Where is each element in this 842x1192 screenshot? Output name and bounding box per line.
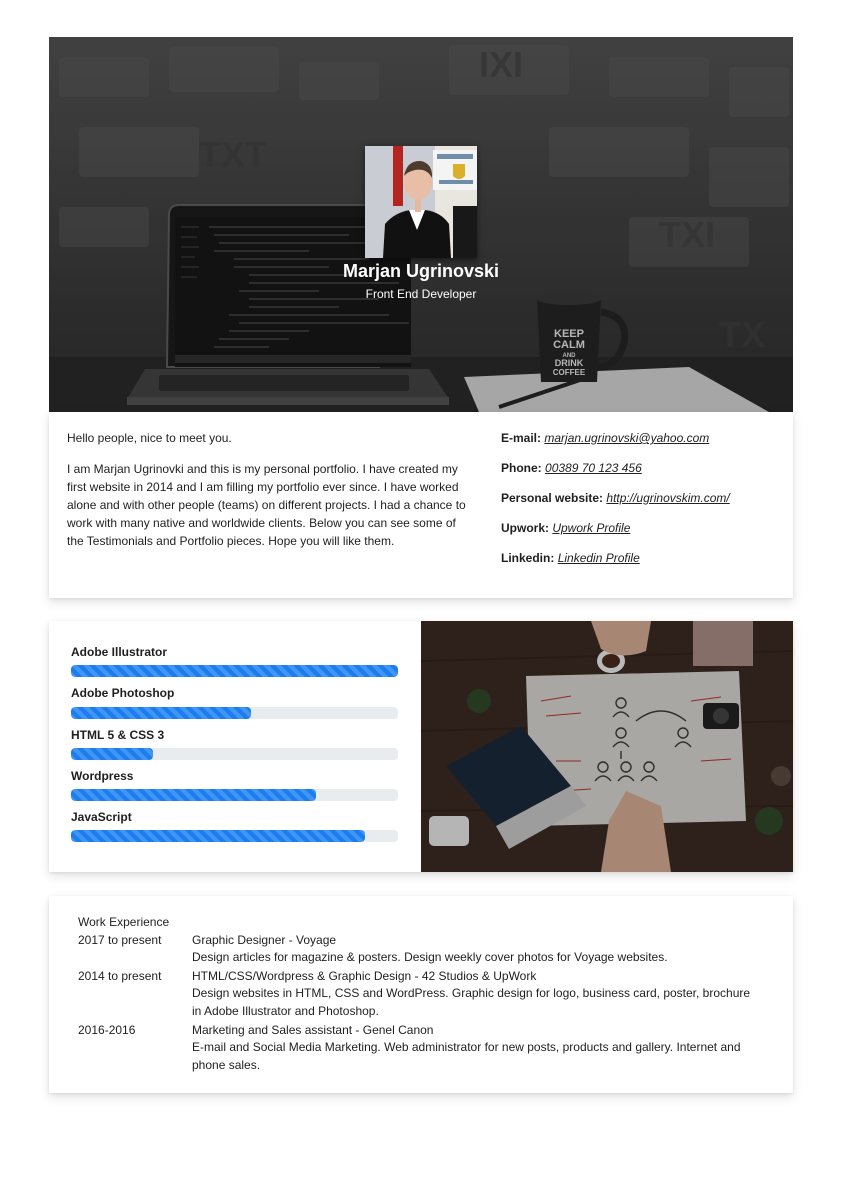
contact-email-label: E-mail: [501, 431, 542, 445]
experience-card: Work Experience 2017 to present Graphic … [49, 896, 793, 1093]
contact-linkedin-label: Linkedin: [501, 551, 555, 565]
contact-phone-label: Phone: [501, 461, 542, 475]
contact-upwork-label: Upwork: [501, 521, 549, 535]
skill-progress-fill [71, 665, 398, 677]
contact-linkedin: Linkedin: Linkedin Profile [501, 551, 640, 565]
skill-label: JavaScript [71, 810, 132, 824]
contact-upwork: Upwork: Upwork Profile [501, 521, 630, 535]
contact-website-label: Personal website: [501, 491, 604, 505]
experience-period: 2017 to present [78, 933, 162, 947]
experience-description: E-mail and Social Media Marketing. Web a… [192, 1040, 741, 1072]
skill-progress-track [71, 707, 398, 719]
contact-linkedin-link[interactable]: Linkedin Profile [558, 551, 640, 565]
skill-progress-fill [71, 707, 251, 719]
about-card: Hello people, nice to meet you. I am Mar… [49, 412, 793, 598]
bio-text: I am Marjan Ugrinovki and this is my per… [67, 462, 466, 548]
skill-progress-fill [71, 748, 153, 760]
skill-progress-track [71, 830, 398, 842]
hero-banner: IXI TXT TXI TX KEEP CALM AND DRINK COFFE… [49, 37, 793, 412]
experience-period: 2016-2016 [78, 1023, 136, 1037]
contact-phone-link[interactable]: 00389 70 123 456 [545, 461, 642, 475]
contact-email: E-mail: marjan.ugrinovski@yahoo.com [501, 431, 709, 445]
experience-description: Design websites in HTML, CSS and WordPre… [192, 986, 751, 1018]
workspace-photo [421, 621, 793, 872]
skill-label: HTML 5 & CSS 3 [71, 728, 165, 742]
experience-title: Work Experience [78, 915, 170, 929]
experience-period: 2014 to present [78, 969, 162, 983]
skill-progress-track [71, 789, 398, 801]
skill-progress-track [71, 665, 398, 677]
skills-card: Adobe Illustrator Adobe Photoshop HTML 5… [49, 621, 793, 872]
skill-progress-track [71, 748, 398, 760]
skill-label: Wordpress [71, 769, 134, 783]
skill-label: Adobe Photoshop [71, 686, 175, 700]
contact-website-link[interactable]: http://ugrinovskim.com/ [606, 491, 729, 505]
skill-progress-fill [71, 789, 317, 801]
experience-role: Graphic Designer - Voyage [192, 933, 337, 947]
profile-name: Marjan Ugrinovski [342, 261, 500, 281]
contact-phone: Phone: 00389 70 123 456 [501, 461, 642, 475]
profile-photo [365, 146, 477, 258]
experience-description: Design articles for magazine & posters. … [192, 950, 668, 964]
experience-role: Marketing and Sales assistant - Genel Ca… [192, 1023, 434, 1037]
contact-email-link[interactable]: marjan.ugrinovski@yahoo.com [544, 431, 709, 445]
contact-website: Personal website: http://ugrinovskim.com… [501, 491, 730, 505]
skill-label: Adobe Illustrator [71, 645, 168, 659]
contact-upwork-link[interactable]: Upwork Profile [552, 521, 630, 535]
greeting-text: Hello people, nice to meet you. [67, 431, 232, 445]
experience-role: HTML/CSS/Wordpress & Graphic Design - 42… [192, 969, 537, 983]
skill-progress-fill [71, 830, 366, 842]
profile-role: Front End Developer [365, 287, 477, 301]
